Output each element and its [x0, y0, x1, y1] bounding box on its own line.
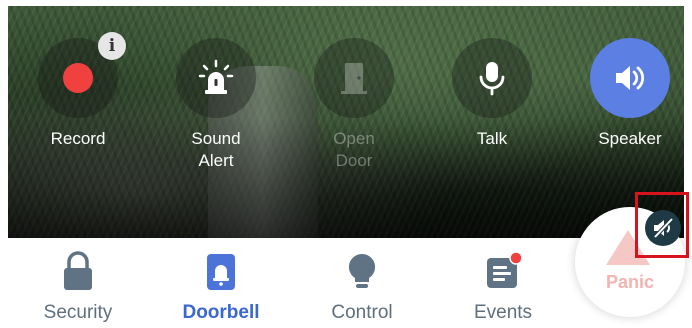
tab-control-label: Control	[331, 302, 393, 323]
talk-button[interactable]: Talk	[442, 38, 542, 150]
speaker-icon	[616, 66, 645, 90]
tab-control[interactable]: Control	[302, 250, 422, 324]
tab-security[interactable]: Security	[18, 250, 138, 324]
record-button[interactable]: i Record	[28, 32, 128, 150]
sound-alert-label: Sound Alert	[191, 129, 241, 170]
record-circle[interactable]: i	[38, 32, 126, 118]
tab-events[interactable]: Events	[443, 250, 563, 324]
events-icon	[487, 251, 523, 288]
open-door-circle[interactable]	[314, 38, 394, 118]
tab-doorbell[interactable]: Doorbell	[161, 250, 281, 324]
talk-label: Talk	[476, 129, 508, 148]
speaker-button[interactable]: Speaker	[580, 38, 680, 150]
bulb-icon	[348, 253, 376, 288]
talk-circle[interactable]	[452, 38, 532, 118]
speaker-circle[interactable]	[590, 38, 670, 118]
door-icon	[341, 63, 367, 94]
record-label: Record	[50, 129, 106, 148]
open-door-label: Open Door	[333, 129, 375, 170]
siren-icon	[198, 59, 234, 94]
record-dot-icon	[63, 63, 93, 93]
highlight-box	[635, 192, 689, 258]
doorbell-icon	[207, 254, 235, 290]
info-icon[interactable]: i	[98, 32, 126, 60]
tab-security-label: Security	[43, 302, 113, 323]
sound-alert-button[interactable]: Sound Alert	[166, 38, 266, 172]
microphone-icon	[479, 62, 505, 96]
tab-doorbell-label: Doorbell	[182, 302, 260, 323]
sound-alert-circle[interactable]	[176, 38, 256, 118]
panic-label: Panic	[605, 272, 655, 292]
lock-icon	[64, 251, 92, 290]
tab-events-label: Events	[473, 302, 533, 323]
open-door-button[interactable]: Open Door	[304, 38, 404, 172]
speaker-label: Speaker	[598, 129, 662, 148]
